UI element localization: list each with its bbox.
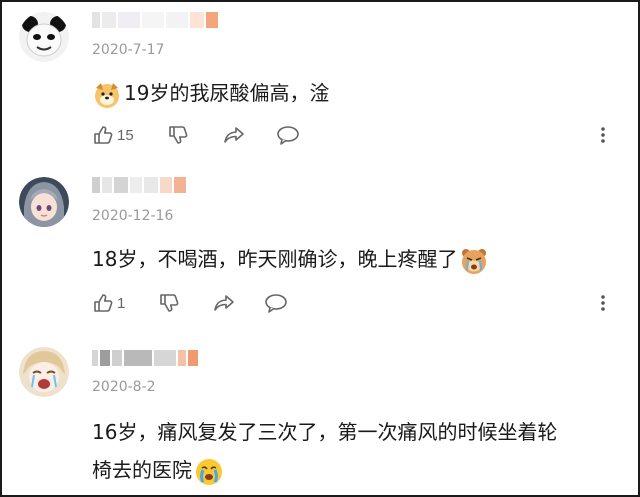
dog-face-emoji-icon [92,80,122,110]
thumbs-down-icon [160,294,179,312]
comment-text-line: 16岁，痛风复发了三次了，第一次痛风的时候坐着轮 [92,420,558,444]
comment-actions: 1 [92,292,622,314]
like-button[interactable]: 15 [92,124,134,146]
thumbs-up-icon [94,294,113,312]
crying-anime-avatar-icon[interactable] [19,347,69,397]
thumbs-down-icon [169,126,188,144]
comment-text-line: 椅去的医院 [92,451,622,489]
comment-date: 2020-8-2 [92,379,156,395]
reply-icon [265,294,287,313]
anime-girl-avatar-icon[interactable] [19,177,69,227]
comment-date: 2020-12-16 [92,208,174,224]
comment-text: 18岁，不喝酒，昨天刚确诊，晚上疼醒了 [92,240,622,278]
like-count: 15 [117,126,134,144]
username-blurred[interactable] [92,177,186,193]
comment-list: 2020-7-17 19岁的我尿酸偏高，淦 15 2020-12-16 18岁，… [0,0,640,497]
panda-meme-avatar-icon[interactable] [19,12,69,62]
comment-text: 19岁的我尿酸偏高，淦 [92,74,622,112]
reply-button[interactable] [276,124,300,146]
like-button[interactable]: 1 [92,292,125,314]
comment-text: 16岁，痛风复发了三次了，第一次痛风的时候坐着轮 椅去的医院 [92,413,622,489]
share-button[interactable] [222,124,246,146]
share-button[interactable] [212,292,236,314]
dislike-button[interactable] [167,124,189,146]
reply-button[interactable] [264,292,288,314]
username-blurred[interactable] [92,12,218,28]
more-icon[interactable] [600,294,606,312]
share-icon [224,127,244,143]
comment-text-content: 18岁，不喝酒，昨天刚确诊，晚上疼醒了 [92,247,458,271]
more-icon[interactable] [600,126,606,144]
share-icon [214,295,234,311]
thumbs-up-icon [94,126,113,144]
reply-icon [277,126,299,145]
dislike-button[interactable] [158,292,180,314]
comment-actions: 15 [92,124,622,146]
crying-bear-emoji-icon [459,246,489,276]
like-count: 1 [117,294,126,312]
comment-text-content: 19岁的我尿酸偏高，淦 [124,81,330,105]
comment-date: 2020-7-17 [92,42,165,58]
username-blurred[interactable] [92,350,198,366]
crying-face-emoji-icon [194,457,224,487]
